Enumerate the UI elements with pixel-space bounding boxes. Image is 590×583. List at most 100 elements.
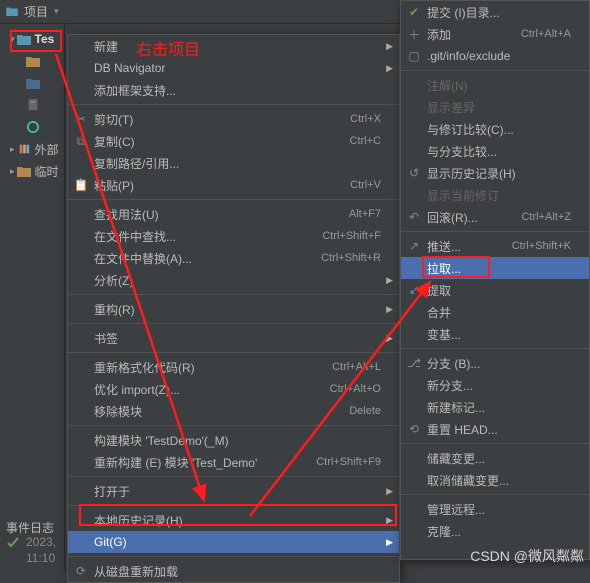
menu-build-module[interactable]: 构建模块 'TestDemo'(_M) xyxy=(68,429,399,451)
file-icon: ▢ xyxy=(407,49,421,63)
tree-scratches-label: 临时 xyxy=(35,163,59,180)
reload-icon: ⟳ xyxy=(74,564,88,578)
git-rebase[interactable]: 变基... xyxy=(401,323,589,345)
git-submenu: ✔提交 (I)目录... ＋添加Ctrl+Alt+A ▢.git/info/ex… xyxy=(400,0,590,560)
git-show-history[interactable]: ↺显示历史记录(H) xyxy=(401,162,589,184)
menu-reload-from-disk[interactable]: ⟳从磁盘重新加载 xyxy=(68,560,399,582)
submenu-arrow-icon: ▶ xyxy=(386,304,393,315)
menu-local-history[interactable]: 本地历史记录(H)▶ xyxy=(68,509,399,531)
git-reset-head[interactable]: ⟲重置 HEAD... xyxy=(401,418,589,440)
menu-reformat[interactable]: 重新格式化代码(R)Ctrl+Alt+L xyxy=(68,356,399,378)
menu-new[interactable]: 新建▶ xyxy=(68,35,399,57)
menu-add-framework[interactable]: 添加框架支持... xyxy=(68,79,399,101)
menu-refactor[interactable]: 重构(R)▶ xyxy=(68,298,399,320)
tree-folder-2[interactable] xyxy=(0,72,64,94)
file-icon xyxy=(26,99,40,111)
git-merge[interactable]: 合并 xyxy=(401,301,589,323)
menu-bookmark[interactable]: 书签▶ xyxy=(68,327,399,349)
check-icon xyxy=(6,536,20,550)
watermark-text: CSDN @微风粼粼 xyxy=(470,546,584,566)
history-icon: ↺ xyxy=(407,166,421,180)
expand-icon: ▾ xyxy=(10,34,15,45)
tree-ext-libs[interactable]: ▸ 外部 xyxy=(0,138,64,160)
libs-icon xyxy=(17,143,31,155)
expand-icon: ▸ xyxy=(10,144,15,155)
git-annotate: 注解(N) xyxy=(401,74,589,96)
git-exclude[interactable]: ▢.git/info/exclude xyxy=(401,45,589,67)
menu-find-in-files[interactable]: 在文件中查找...Ctrl+Shift+F xyxy=(68,225,399,247)
tree-root-node[interactable]: ▾ Tes xyxy=(0,28,64,50)
menu-separator xyxy=(68,425,399,426)
git-show-current-rev: 显示当前修订 xyxy=(401,184,589,206)
branch-icon: ⎇ xyxy=(407,356,421,370)
git-stash[interactable]: 储藏变更... xyxy=(401,447,589,469)
project-folder-icon xyxy=(17,33,31,45)
git-clone[interactable]: 克隆... xyxy=(401,520,589,542)
tree-folder-1[interactable] xyxy=(0,50,64,72)
git-commit-dir[interactable]: ✔提交 (I)目录... xyxy=(401,1,589,23)
tree-ext-label: 外部 xyxy=(35,141,59,158)
scissors-icon: ✂ xyxy=(74,112,88,126)
menu-optimize-imports[interactable]: 优化 import(Z)...Ctrl+Alt+O xyxy=(68,378,399,400)
menu-separator xyxy=(68,505,399,506)
paste-icon: 📋 xyxy=(74,178,88,192)
submenu-arrow-icon: ▶ xyxy=(386,486,393,497)
menu-copy-path[interactable]: 复制路径/引用... xyxy=(68,152,399,174)
menu-replace-in-files[interactable]: 在文件中替换(A)...Ctrl+Shift+R xyxy=(68,247,399,269)
submenu-arrow-icon: ▶ xyxy=(386,63,393,74)
git-compare-branch[interactable]: 与分支比较... xyxy=(401,140,589,162)
git-branches[interactable]: ⎇分支 (B)... xyxy=(401,352,589,374)
menu-cut[interactable]: ✂剪切(T)Ctrl+X xyxy=(68,108,399,130)
status-timestamp: 2023, 11:10 xyxy=(26,534,56,566)
git-pull[interactable]: 拉取... xyxy=(401,257,589,279)
menu-dbnavigator[interactable]: DB Navigator▶ xyxy=(68,57,399,79)
project-panel-label[interactable]: 项目 xyxy=(24,3,48,20)
git-add[interactable]: ＋添加Ctrl+Alt+A xyxy=(401,23,589,45)
copy-icon: ⧉ xyxy=(74,134,88,148)
gradle-icon xyxy=(26,121,40,133)
push-icon: ↗ xyxy=(407,239,421,253)
tree-file-1[interactable] xyxy=(0,94,64,116)
menu-separator xyxy=(68,476,399,477)
commit-icon: ✔ xyxy=(407,5,421,19)
project-tree-panel: ▾ Tes ▸ 外部 ▸ 临时 xyxy=(0,24,65,570)
menu-separator xyxy=(401,348,589,349)
menu-separator xyxy=(68,352,399,353)
tree-root-label: Tes xyxy=(35,32,55,46)
menu-find-usages[interactable]: 查找用法(U)Alt+F7 xyxy=(68,203,399,225)
menu-remove-module[interactable]: 移除模块Delete xyxy=(68,400,399,422)
menu-separator xyxy=(401,231,589,232)
git-unstash[interactable]: 取消储藏变更... xyxy=(401,469,589,491)
submenu-arrow-icon: ▶ xyxy=(386,275,393,286)
menu-copy[interactable]: ⧉复制(C)Ctrl+C xyxy=(68,130,399,152)
menu-separator xyxy=(401,494,589,495)
git-new-tag[interactable]: 新建标记... xyxy=(401,396,589,418)
project-folder-icon xyxy=(6,5,18,19)
reset-icon: ⟲ xyxy=(407,422,421,436)
folder-icon xyxy=(26,77,40,89)
add-icon: ＋ xyxy=(407,27,421,41)
menu-separator xyxy=(68,556,399,557)
menu-separator xyxy=(68,104,399,105)
rollback-icon: ↶ xyxy=(407,210,421,224)
menu-open-in[interactable]: 打开于▶ xyxy=(68,480,399,502)
git-manage-remote[interactable]: 管理远程... xyxy=(401,498,589,520)
git-fetch[interactable]: ↙提取 xyxy=(401,279,589,301)
tree-file-2[interactable] xyxy=(0,116,64,138)
menu-git[interactable]: Git(G)▶ xyxy=(68,531,399,553)
menu-analyze[interactable]: 分析(Z)▶ xyxy=(68,269,399,291)
menu-separator xyxy=(401,443,589,444)
scratches-icon xyxy=(17,165,31,177)
menu-paste[interactable]: 📋粘贴(P)Ctrl+V xyxy=(68,174,399,196)
menu-rebuild-module[interactable]: 重新构建 (E) 模块 'Test_Demo'Ctrl+Shift+F9 xyxy=(68,451,399,473)
menu-separator xyxy=(68,199,399,200)
git-compare-revision[interactable]: 与修订比较(C)... xyxy=(401,118,589,140)
project-dropdown-icon[interactable]: ▾ xyxy=(54,6,59,17)
git-new-branch[interactable]: 新分支... xyxy=(401,374,589,396)
tree-scratches[interactable]: ▸ 临时 xyxy=(0,160,64,182)
git-rollback[interactable]: ↶回滚(R)...Ctrl+Alt+Z xyxy=(401,206,589,228)
folder-icon xyxy=(26,55,40,67)
submenu-arrow-icon: ▶ xyxy=(386,333,393,344)
git-push[interactable]: ↗推送...Ctrl+Shift+K xyxy=(401,235,589,257)
project-context-menu: 新建▶ DB Navigator▶ 添加框架支持... ✂剪切(T)Ctrl+X… xyxy=(67,34,400,583)
